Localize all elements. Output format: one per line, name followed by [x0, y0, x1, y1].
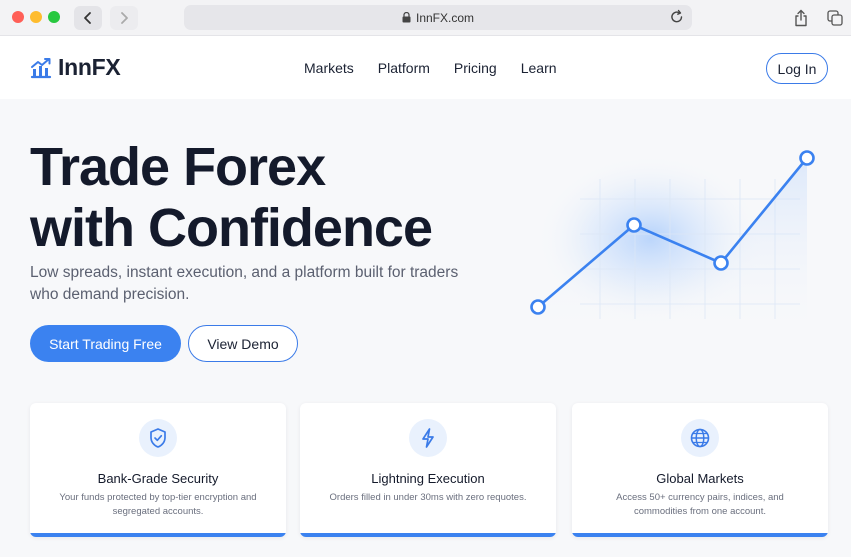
hero-title-line-2: with Confidence: [30, 198, 433, 258]
hero-section: Trade Forex with Confidence Low spreads,…: [0, 99, 851, 557]
nav-item-platform[interactable]: Platform: [378, 60, 430, 76]
brand-name: InnFX: [58, 54, 121, 80]
chevron-left-icon: [84, 12, 91, 24]
tabs-overview-icon[interactable]: [823, 6, 847, 30]
feature-card-markets: Global Markets Access 50+ currency pairs…: [572, 403, 828, 537]
feature-description: Orders filled in under 30ms with zero re…: [329, 492, 527, 503]
site-header: InnFX Markets Platform Pricing Learn Log…: [0, 37, 851, 99]
lock-icon: [402, 12, 411, 23]
chart-point: [530, 299, 546, 315]
chart-growth-icon: [30, 57, 52, 78]
shield-check-icon: [139, 419, 177, 457]
hero-chart-illustration: [530, 150, 815, 349]
main-nav: Markets Platform Pricing Learn: [304, 60, 557, 76]
chevron-right-icon: [121, 12, 128, 24]
feature-description: Your funds protected by top-tier encrypt…: [59, 492, 257, 517]
address-bar[interactable]: InnFX.com: [184, 5, 692, 30]
close-window-button[interactable]: [12, 11, 24, 23]
hero-title: Trade Forex with Confidence: [30, 137, 433, 259]
feature-title: Lightning Execution: [371, 471, 485, 486]
reload-icon[interactable]: [670, 9, 684, 28]
feature-description: Access 50+ currency pairs, indices, and …: [616, 492, 784, 517]
feature-title: Global Markets: [656, 471, 744, 486]
feature-card-security: Bank-Grade Security Your funds protected…: [30, 403, 286, 537]
url-text: InnFX.com: [415, 10, 475, 25]
hero-title-line-1: Trade Forex: [30, 137, 326, 197]
globe-icon: [681, 419, 719, 457]
nav-item-learn[interactable]: Learn: [521, 60, 557, 76]
maximize-window-button[interactable]: [48, 11, 60, 23]
share-icon[interactable]: [789, 6, 813, 30]
start-trading-button[interactable]: Start Trading Free: [30, 325, 181, 362]
back-button[interactable]: [74, 6, 102, 30]
login-button[interactable]: Log In: [766, 53, 828, 84]
feature-card-execution: Lightning Execution Orders filled in und…: [300, 403, 556, 537]
chart-point: [713, 255, 729, 271]
minimize-window-button[interactable]: [30, 11, 42, 23]
brand-logo[interactable]: InnFX: [30, 54, 121, 81]
nav-item-pricing[interactable]: Pricing: [454, 60, 497, 76]
chart-point: [626, 217, 642, 233]
hero-subtitle: Low spreads, instant execution, and a pl…: [30, 264, 459, 303]
forward-button[interactable]: [110, 6, 138, 30]
nav-item-markets[interactable]: Markets: [304, 60, 354, 76]
lightning-icon: [409, 419, 447, 457]
chart-point: [799, 150, 815, 166]
browser-chrome: InnFX.com: [0, 0, 851, 36]
feature-title: Bank-Grade Security: [97, 471, 219, 486]
view-demo-button[interactable]: View Demo: [188, 325, 298, 362]
